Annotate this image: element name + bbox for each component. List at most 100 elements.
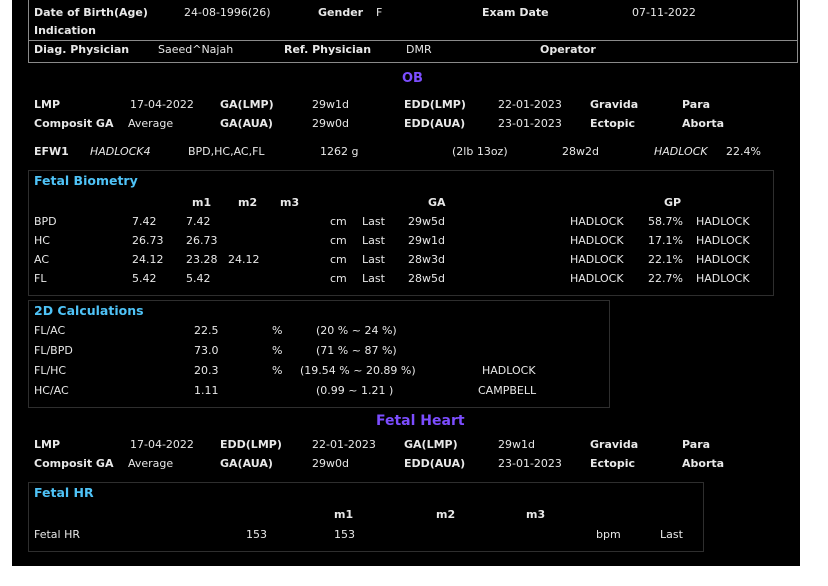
row-m1: 23.28 — [186, 253, 218, 266]
biometry-ga-header: GA — [428, 196, 446, 209]
ob-ectopic-label: Ectopic — [590, 117, 636, 130]
calc-name: HC/AC — [34, 384, 69, 397]
row-mode: Last — [362, 215, 385, 228]
fetal-hr-row-label: Fetal HR — [34, 528, 81, 541]
row-mode: Last — [362, 234, 385, 247]
fetal-hr-mode: Last — [660, 528, 683, 541]
row-name: HC — [34, 234, 50, 247]
row-value: 7.42 — [132, 215, 157, 228]
gender-value: F — [376, 6, 383, 19]
calc-name: FL/AC — [34, 324, 66, 337]
heart-gravida-label: Gravida — [590, 438, 639, 451]
ob-gravida-label: Gravida — [590, 98, 639, 111]
heart-aborta-label: Aborta — [682, 457, 725, 470]
row-unit: cm — [330, 215, 347, 228]
row-name: BPD — [34, 215, 57, 228]
row-gp: 22.7% — [648, 272, 683, 285]
calc-name: FL/BPD — [34, 344, 73, 357]
calc-range: (19.54 % ~ 20.89 %) — [300, 364, 416, 377]
calc-name: FL/HC — [34, 364, 67, 377]
ob-title: OB — [402, 71, 423, 86]
indication-label: Indication — [34, 24, 96, 37]
row-value: 26.73 — [132, 234, 164, 247]
biometry-m1-header: m1 — [192, 196, 212, 209]
calc-range: (20 % ~ 24 %) — [316, 324, 397, 337]
row-name: AC — [34, 253, 50, 266]
row-ref2: HADLOCK — [696, 234, 750, 247]
efw-ga: 28w2d — [562, 145, 599, 158]
ob-edd-lmp-label: EDD(LMP) — [404, 98, 466, 111]
heart-ectopic-label: Ectopic — [590, 457, 636, 470]
row-ref2: HADLOCK — [696, 215, 750, 228]
dob-label: Date of Birth(Age) — [34, 6, 148, 19]
row-ga: 28w3d — [408, 253, 445, 266]
ob-ga-lmp-value: 29w1d — [312, 98, 349, 111]
row-ga: 29w1d — [408, 234, 445, 247]
heart-composit-label: Composit GA — [34, 457, 114, 470]
calc-value: 1.11 — [194, 384, 219, 397]
dob-value: 24-08-1996(26) — [184, 6, 271, 19]
fetal-hr-unit: bpm — [596, 528, 621, 541]
row-ref: HADLOCK — [570, 253, 624, 266]
report-screen: Date of Birth(Age) 24-08-1996(26) Gender… — [12, 0, 800, 566]
ob-lmp-value: 17-04-2022 — [130, 98, 194, 111]
efw-params: BPD,HC,AC,FL — [188, 145, 265, 158]
calc-title: 2D Calculations — [34, 303, 144, 318]
heart-ga-lmp-value: 29w1d — [498, 438, 535, 451]
fetal-hr-m1-header: m1 — [334, 508, 354, 521]
row-name: FL — [34, 272, 47, 285]
row-gp: 58.7% — [648, 215, 683, 228]
row-m1: 5.42 — [186, 272, 211, 285]
row-m1: 7.42 — [186, 215, 211, 228]
row-mode: Last — [362, 253, 385, 266]
ref-physician-value: DMR — [406, 43, 432, 56]
fetal-heart-title: Fetal Heart — [376, 413, 465, 429]
ob-para-label: Para — [682, 98, 711, 111]
calc-value: 22.5 — [194, 324, 219, 337]
efw-method: HADLOCK4 — [90, 145, 151, 158]
calc-ref: CAMPBELL — [478, 384, 537, 397]
efw-label: EFW1 — [34, 145, 69, 158]
row-ref2: HADLOCK — [696, 272, 750, 285]
exam-date-value: 07-11-2022 — [632, 6, 696, 19]
heart-ga-aua-value: 29w0d — [312, 457, 349, 470]
calc-value: 20.3 — [194, 364, 219, 377]
ob-aborta-label: Aborta — [682, 117, 725, 130]
diag-physician-value: Saeed^Najah — [158, 43, 234, 56]
row-ref2: HADLOCK — [696, 253, 750, 266]
calc-value: 73.0 — [194, 344, 219, 357]
calc-range: (71 % ~ 87 %) — [316, 344, 397, 357]
heart-edd-aua-label: EDD(AUA) — [404, 457, 466, 470]
row-ref: HADLOCK — [570, 272, 624, 285]
ob-ga-aua-value: 29w0d — [312, 117, 349, 130]
ob-lmp-label: LMP — [34, 98, 61, 111]
row-m2: 24.12 — [228, 253, 260, 266]
calc-unit: % — [272, 364, 283, 377]
exam-date-label: Exam Date — [482, 6, 549, 19]
heart-para-label: Para — [682, 438, 711, 451]
calc-range: (0.99 ~ 1.21 ) — [316, 384, 394, 397]
row-value: 5.42 — [132, 272, 157, 285]
biometry-m3-header: m3 — [280, 196, 300, 209]
operator-label: Operator — [540, 43, 596, 56]
fetal-hr-m2-header: m2 — [436, 508, 456, 521]
calc-unit: % — [272, 324, 283, 337]
row-unit: cm — [330, 253, 347, 266]
fetal-hr-title: Fetal HR — [34, 485, 94, 500]
ob-ga-aua-label: GA(AUA) — [220, 117, 273, 130]
row-ga: 29w5d — [408, 215, 445, 228]
row-unit: cm — [330, 234, 347, 247]
ob-composit-value: Average — [128, 117, 174, 130]
biometry-title: Fetal Biometry — [34, 173, 138, 188]
header-divider — [28, 40, 798, 41]
row-mode: Last — [362, 272, 385, 285]
heart-edd-aua-value: 23-01-2023 — [498, 457, 562, 470]
row-ref: HADLOCK — [570, 234, 624, 247]
gender-label: Gender — [318, 6, 364, 19]
ob-edd-aua-label: EDD(AUA) — [404, 117, 466, 130]
row-gp: 22.1% — [648, 253, 683, 266]
ob-ga-lmp-label: GA(LMP) — [220, 98, 274, 111]
heart-edd-lmp-label: EDD(LMP) — [220, 438, 282, 451]
heart-composit-value: Average — [128, 457, 174, 470]
heart-ga-aua-label: GA(AUA) — [220, 457, 273, 470]
